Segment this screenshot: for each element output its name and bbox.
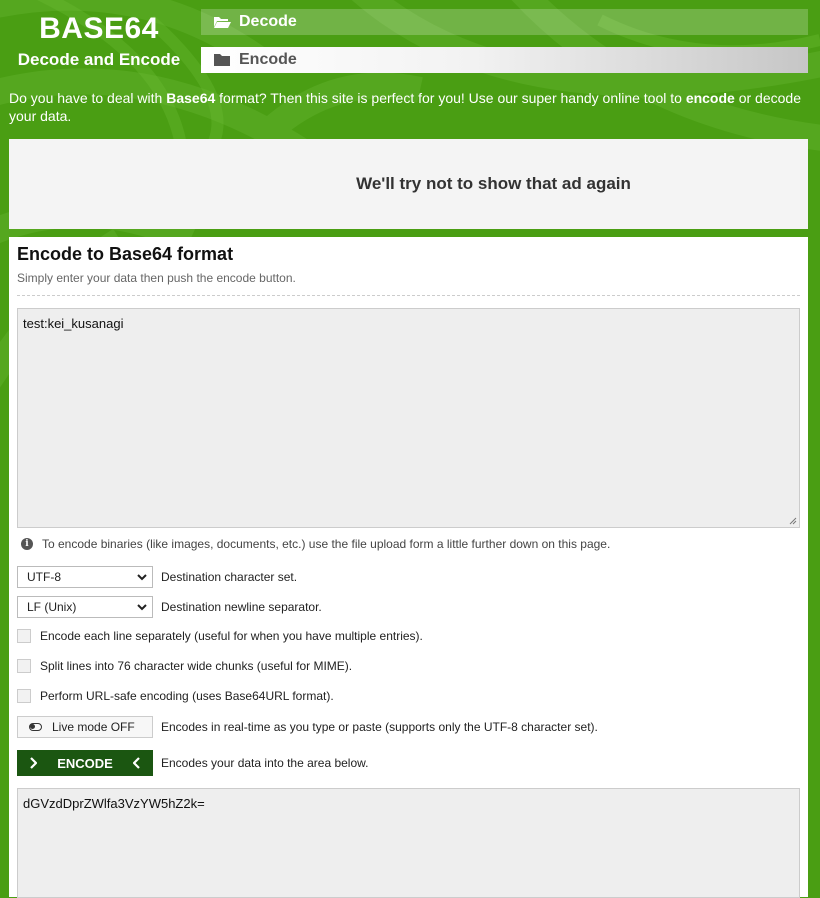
folder-open-icon	[214, 17, 231, 28]
option-split-lines[interactable]: Split lines into 76 character wide chunk…	[17, 659, 352, 673]
chevron-left-icon	[133, 757, 140, 769]
chevron-down-icon	[137, 604, 147, 611]
charset-value: UTF-8	[27, 570, 61, 584]
newline-value: LF (Unix)	[27, 600, 77, 614]
info-icon: i	[21, 538, 33, 550]
chevron-right-icon	[30, 757, 37, 769]
nav-decode-label: Decode	[239, 13, 297, 30]
nav-encode-label: Encode	[239, 51, 297, 68]
charset-select[interactable]: UTF-8	[17, 566, 153, 588]
live-mode-description: Encodes in real-time as you type or past…	[161, 720, 598, 734]
url-safe-checkbox[interactable]	[17, 689, 31, 703]
output-textarea[interactable]: dGVzdDprZWlfa3VzYW5hZ2k=	[17, 788, 800, 898]
intro-part: Do you have to deal with	[9, 90, 167, 106]
logo-title: BASE64	[39, 12, 159, 45]
charset-row: UTF-8 Destination character set.	[17, 566, 297, 588]
output-value: dGVzdDprZWlfa3VzYW5hZ2k=	[23, 796, 205, 811]
live-mode-row: Live mode OFF Encodes in real-time as yo…	[17, 716, 598, 738]
encode-panel: Encode to Base64 format Simply enter you…	[9, 237, 808, 898]
encode-description: Encodes your data into the area below.	[161, 756, 369, 770]
newline-label: Destination newline separator.	[161, 600, 322, 614]
split-lines-label: Split lines into 76 character wide chunk…	[40, 659, 353, 673]
encode-button[interactable]: ENCODE	[17, 750, 153, 776]
each-line-label: Encode each line separately (useful for …	[40, 629, 423, 643]
intro-part: format? Then this site is perfect for yo…	[215, 90, 686, 106]
intro-text: Do you have to deal with Base64 format? …	[9, 89, 814, 125]
encode-button-label: ENCODE	[57, 755, 113, 771]
ad-placeholder: We'll try not to show that ad again	[9, 139, 808, 229]
toggle-icon	[29, 723, 42, 731]
nav-encode[interactable]: Encode	[201, 47, 808, 73]
split-lines-checkbox[interactable]	[17, 659, 31, 673]
live-mode-label: Live mode OFF	[52, 720, 135, 734]
resize-grip-icon[interactable]	[789, 517, 797, 525]
encode-heading: Encode to Base64 format	[17, 244, 234, 264]
input-value: test:kei_kusanagi	[23, 316, 124, 331]
info-note: i To encode binaries (like images, docum…	[17, 537, 610, 551]
nav-decode[interactable]: Decode	[201, 9, 808, 35]
encode-row: ENCODE Encodes your data into the area b…	[17, 750, 368, 776]
folder-icon	[214, 54, 230, 66]
divider	[17, 295, 800, 296]
encode-subheading: Simply enter your data then push the enc…	[17, 271, 296, 285]
newline-select[interactable]: LF (Unix)	[17, 596, 153, 618]
ad-message: We'll try not to show that ad again	[356, 174, 631, 193]
newline-row: LF (Unix) Destination newline separator.	[17, 596, 322, 618]
each-line-checkbox[interactable]	[17, 629, 31, 643]
charset-label: Destination character set.	[161, 570, 298, 584]
input-textarea[interactable]: test:kei_kusanagi	[17, 308, 800, 528]
info-text: To encode binaries (like images, documen…	[42, 537, 611, 551]
intro-bold-encode: encode	[685, 90, 735, 106]
site-logo[interactable]: BASE64 Decode and Encode	[0, 10, 198, 72]
intro-bold-base64: Base64	[166, 90, 216, 106]
url-safe-label: Perform URL-safe encoding (uses Base64UR…	[40, 689, 334, 703]
option-url-safe[interactable]: Perform URL-safe encoding (uses Base64UR…	[17, 689, 334, 703]
chevron-down-icon	[137, 574, 147, 581]
option-each-line[interactable]: Encode each line separately (useful for …	[17, 629, 423, 643]
logo-subtitle: Decode and Encode	[17, 50, 181, 69]
live-mode-button[interactable]: Live mode OFF	[17, 716, 153, 738]
